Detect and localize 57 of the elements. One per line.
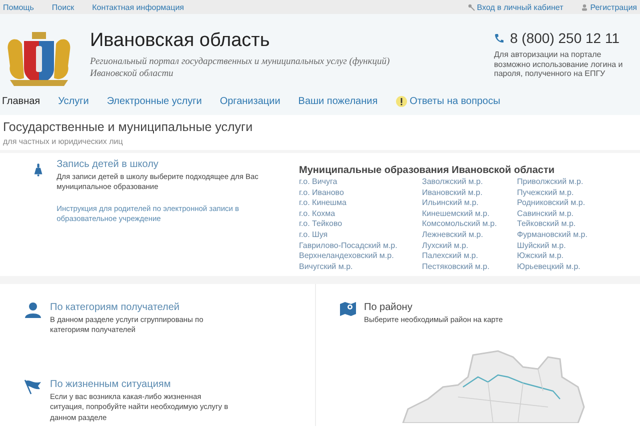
nav-tab[interactable]: Электронные услуги (106, 96, 202, 107)
municipality-link[interactable]: Южский м.р. (517, 251, 640, 262)
account-link[interactable]: Вход в личный кабинет (476, 2, 564, 12)
account-link[interactable]: Регистрация (590, 2, 637, 12)
top-link[interactable]: Помощь (3, 2, 34, 12)
nav-tab[interactable]: Ваши пожелания (298, 96, 378, 107)
bell-icon (34, 161, 43, 179)
municipality-link[interactable]: г.о. Кинешма (299, 198, 422, 209)
municipality-link[interactable]: г.о. Иваново (299, 188, 422, 198)
site-title: Ивановская область (90, 30, 271, 52)
phone-number: 8 (800) 250 12 11 (510, 30, 620, 46)
nav-tab[interactable]: Главная (2, 96, 40, 107)
municipality-link[interactable]: Верхнеландеховский м.р. (299, 251, 422, 262)
section-title: Государственные и муниципальные услуги (3, 120, 254, 134)
user-icon (581, 4, 588, 10)
municipality-link[interactable]: Лухский м.р. (422, 240, 517, 252)
municipality-link[interactable]: г.о. Кохма (299, 208, 422, 220)
municipality-link[interactable]: г.о. Тейково (299, 219, 422, 230)
nav-tab[interactable]: Услуги (58, 96, 89, 107)
municipality-link[interactable]: Фурмановский м.р. (517, 230, 640, 241)
phone-icon (494, 32, 504, 44)
municipality-link[interactable]: г.о. Шуя (299, 230, 422, 241)
top-link[interactable]: Поиск (52, 2, 74, 12)
auth-note: Для авторизации на портале возможно использование логина и пароля, полученного на ЕПГУ (494, 50, 624, 79)
nav-tab[interactable]: Организации (220, 96, 280, 107)
section-subtitle: для частных и юридических лиц (3, 137, 124, 146)
school-enrollment-link[interactable]: Запись детей в школу (56, 159, 275, 170)
category-link[interactable]: По жизненным ситуациям (50, 379, 235, 390)
municipality-link[interactable]: Тейковский м.р. (517, 219, 640, 230)
municipality-link[interactable]: Палехский м.р. (422, 251, 517, 262)
municipality-link[interactable]: Ильинский м.р. (422, 198, 517, 209)
municipality-link[interactable]: Гаврилово-Посадский м.р. (299, 240, 422, 252)
municipality-link[interactable]: Юрьевецкий м.р. (517, 262, 640, 272)
top-link[interactable]: Контактная информация (92, 2, 184, 12)
district-title: По району (364, 302, 414, 313)
municipality-link[interactable]: Пучежский м.р. (517, 188, 640, 198)
municipality-link[interactable]: Шуйский м.р. (517, 240, 640, 252)
nav-tab[interactable]: Ответы на вопросы (396, 96, 500, 107)
municipality-link[interactable]: Заволжский м.р. (422, 177, 517, 188)
municipality-link[interactable]: Савинский м.р. (517, 208, 640, 220)
municipality-link[interactable]: Приволжский м.р. (517, 177, 640, 188)
site-subtitle: Региональный портал государственных и муниципальных услуг (функций) Ивановской области (90, 57, 391, 81)
municipality-link[interactable]: Вичугский м.р. (299, 262, 422, 272)
municipality-link[interactable]: Родниковский м.р. (517, 198, 640, 209)
map-icon (340, 302, 356, 316)
key-icon (468, 4, 475, 10)
category-link[interactable]: По категориям получателей (50, 302, 235, 313)
flag-icon (24, 379, 42, 396)
person-icon (24, 302, 42, 318)
alert-icon (396, 96, 407, 107)
municipality-link[interactable]: Кинешемский м.р. (422, 208, 517, 220)
municipality-link[interactable]: Комсомольский м.р. (422, 219, 517, 230)
municipality-link[interactable]: Лежневский м.р. (422, 230, 517, 241)
municipality-link[interactable]: Ивановский м.р. (422, 188, 517, 198)
municipality-link[interactable]: Пестяковский м.р. (422, 262, 517, 272)
municipality-link[interactable]: г.о. Вичуга (299, 177, 422, 188)
municipalities-title: Муниципальные образования Ивановской области (299, 165, 556, 176)
